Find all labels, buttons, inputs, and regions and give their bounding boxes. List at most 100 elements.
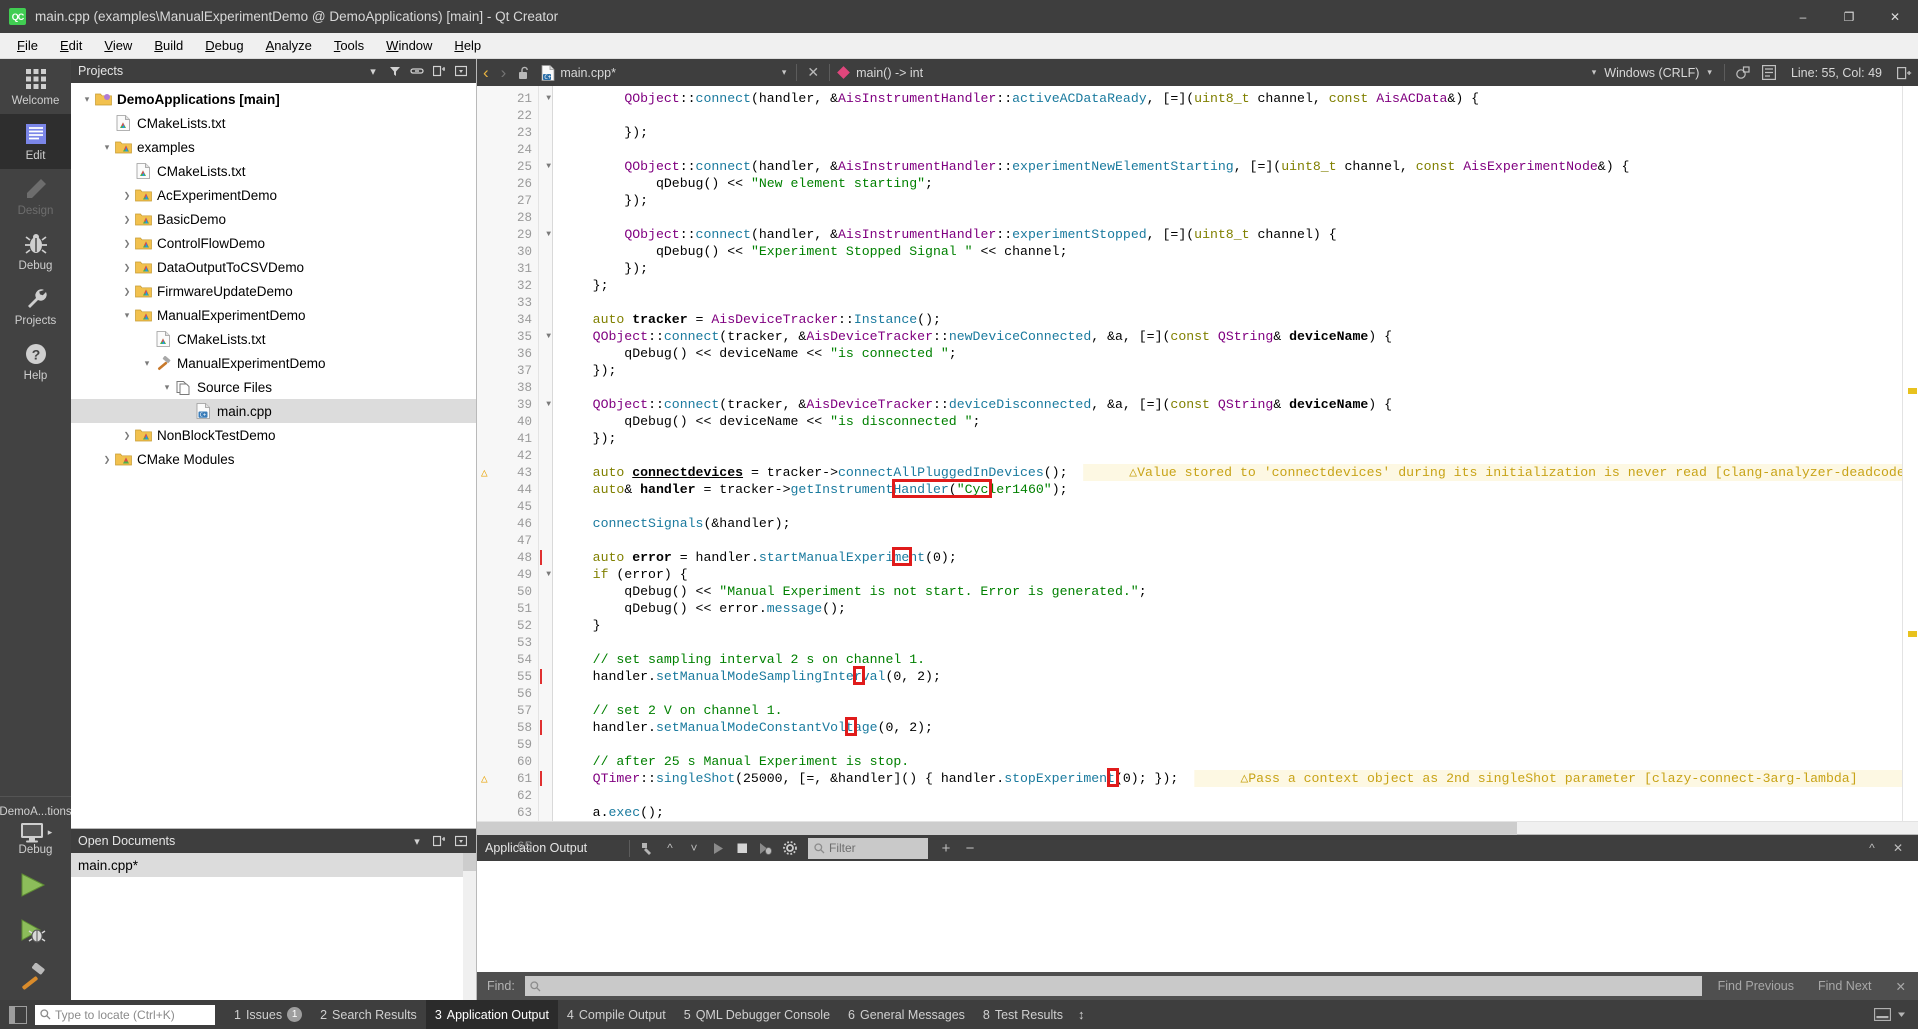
output-tab-issues[interactable]: 1 Issues 1 xyxy=(225,1000,311,1029)
chevron-right-icon[interactable]: ❯ xyxy=(120,191,134,200)
code-line[interactable]: qDebug() << deviceName << "is disconnect… xyxy=(553,413,1902,430)
fold-marker-icon[interactable]: ▼ xyxy=(546,570,551,579)
chevron-down-icon[interactable]: ▾ xyxy=(100,142,114,153)
opendocs-split-icon[interactable] xyxy=(429,831,449,851)
code-line[interactable] xyxy=(553,294,1902,311)
code-line[interactable]: QObject::connect(handler, &AisInstrument… xyxy=(553,226,1902,243)
open-document-item[interactable]: main.cpp* xyxy=(71,853,476,877)
close-document-icon[interactable]: ✕ xyxy=(801,59,825,86)
close-output-icon[interactable]: ✕ xyxy=(1886,835,1910,861)
find-input[interactable] xyxy=(524,976,1702,996)
menu-tools[interactable]: Tools xyxy=(323,35,375,56)
tree-item-nonblocktestdemo[interactable]: ❯ NonBlockTestDemo xyxy=(71,423,476,447)
navigate-forward-icon[interactable]: › xyxy=(495,59,513,86)
mode-edit[interactable]: Edit xyxy=(0,114,71,169)
open-documents-scrollbar[interactable] xyxy=(463,853,476,1000)
code-line[interactable] xyxy=(553,787,1902,804)
code-line[interactable]: auto& handler = tracker->getInstrumentHa… xyxy=(553,481,1902,498)
symbol-selector[interactable]: main() -> int xyxy=(834,66,1592,80)
chevron-right-icon[interactable]: ❯ xyxy=(120,215,134,224)
fold-marker-icon[interactable]: ▼ xyxy=(546,162,551,171)
scrollbar-thumb[interactable] xyxy=(477,822,1517,835)
output-tab-test-results[interactable]: 8 Test Results xyxy=(974,1000,1072,1029)
encoding-chevron-icon[interactable]: ▾ xyxy=(1592,67,1597,78)
kit-selector[interactable]: DemoA...tions ▸ Debug xyxy=(0,796,72,862)
document-outline-icon[interactable] xyxy=(1756,59,1782,86)
menu-file[interactable]: File xyxy=(6,35,49,56)
code-line[interactable]: qDebug() << "Experiment Stopped Signal "… xyxy=(553,243,1902,260)
output-tab-compile-output[interactable]: 4 Compile Output xyxy=(558,1000,675,1029)
tree-item-manualexperimentdemo[interactable]: ▾ ManualExperimentDemo xyxy=(71,303,476,327)
scrollbar-thumb[interactable] xyxy=(463,853,476,871)
maximize-output-icon[interactable]: ^ xyxy=(1860,835,1884,861)
tree-item-manualexperimentdemo[interactable]: ▾ ManualExperimentDemo xyxy=(71,351,476,375)
menu-view[interactable]: View xyxy=(93,35,143,56)
editor-marker-strip[interactable] xyxy=(1902,86,1918,821)
fold-marker-icon[interactable]: ▼ xyxy=(546,230,551,239)
encoding-selector[interactable]: ▾ Windows (CRLF) ▾ xyxy=(1592,66,1720,80)
menu-debug[interactable]: Debug xyxy=(194,35,254,56)
code-line[interactable]: // set 2 V on channel 1. xyxy=(553,702,1902,719)
debug-button[interactable] xyxy=(0,908,71,954)
code-line[interactable] xyxy=(553,736,1902,753)
toggle-sidebar-icon[interactable] xyxy=(9,1005,27,1024)
unsplit-icon[interactable] xyxy=(1729,59,1756,86)
tree-item-main-cpp[interactable]: C+ main.cpp xyxy=(71,399,476,423)
opendocs-close-panel-icon[interactable] xyxy=(451,831,471,851)
menu-window[interactable]: Window xyxy=(375,35,443,56)
editor-horizontal-scrollbar[interactable] xyxy=(477,821,1918,835)
code-line[interactable]: auto error = handler.startManualExperime… xyxy=(553,549,1902,566)
navigate-back-icon[interactable]: ‹ xyxy=(477,59,495,86)
code-line[interactable]: qDebug() << deviceName << "is connected … xyxy=(553,345,1902,362)
code-line[interactable]: a.exec(); xyxy=(553,804,1902,821)
open-documents-list[interactable]: main.cpp* xyxy=(71,853,476,1000)
split-editor-icon[interactable] xyxy=(1891,59,1918,86)
code-line[interactable]: auto tracker = AisDeviceTracker::Instanc… xyxy=(553,311,1902,328)
tree-item-source-files[interactable]: ▾ Source Files xyxy=(71,375,476,399)
chevron-right-icon[interactable]: ❯ xyxy=(120,263,134,272)
encoding-dropdown-icon[interactable]: ▾ xyxy=(1707,67,1712,78)
code-line[interactable] xyxy=(553,107,1902,124)
inline-warning-text[interactable]: △Value stored to 'connectdevices' during… xyxy=(1129,464,1902,481)
code-text-area[interactable]: QObject::connect(handler, &AisInstrument… xyxy=(553,86,1902,821)
menu-help[interactable]: Help xyxy=(443,35,492,56)
code-line[interactable]: handler.setManualModeSamplingInterval(0,… xyxy=(553,668,1902,685)
tree-item-dataoutputtocsvdemo[interactable]: ❯ DataOutputToCSVDemo xyxy=(71,255,476,279)
document-dropdown-icon[interactable]: ▾ xyxy=(782,67,793,78)
code-line[interactable] xyxy=(553,634,1902,651)
code-line[interactable]: }); xyxy=(553,362,1902,379)
output-pane-content[interactable] xyxy=(477,861,1918,972)
fold-marker-icon[interactable]: ▼ xyxy=(546,400,551,409)
remove-output-tab-icon[interactable]: − xyxy=(958,835,982,861)
code-line[interactable]: QObject::connect(handler, &AisInstrument… xyxy=(553,158,1902,175)
mode-welcome[interactable]: Welcome xyxy=(0,59,71,114)
close-button[interactable]: ✕ xyxy=(1872,0,1918,33)
code-line[interactable] xyxy=(553,685,1902,702)
chevron-down-icon[interactable]: ▾ xyxy=(120,310,134,321)
run-button[interactable] xyxy=(0,862,71,908)
code-line[interactable]: QObject::connect(tracker, &AisDeviceTrac… xyxy=(553,328,1902,345)
code-line[interactable]: qDebug() << "New element starting"; xyxy=(553,175,1902,192)
chevron-down-icon[interactable]: ▾ xyxy=(160,382,174,393)
build-button[interactable] xyxy=(0,954,71,1000)
settings-icon[interactable] xyxy=(778,835,802,861)
clear-icon[interactable] xyxy=(634,835,658,861)
code-line[interactable]: } xyxy=(553,617,1902,634)
code-line[interactable] xyxy=(553,209,1902,226)
output-tab-application-output[interactable]: 3 Application Output xyxy=(425,1000,558,1029)
next-item-icon[interactable]: ˅ xyxy=(682,835,706,861)
code-line[interactable] xyxy=(553,379,1902,396)
chevron-right-icon[interactable]: ❯ xyxy=(120,287,134,296)
find-previous-button[interactable]: Find Previous xyxy=(1706,979,1806,993)
output-tab-general-messages[interactable]: 6 General Messages xyxy=(839,1000,974,1029)
maximize-button[interactable]: ❐ xyxy=(1826,0,1872,33)
progress-expand-icon[interactable] xyxy=(1895,1008,1908,1021)
code-line[interactable]: }); xyxy=(553,124,1902,141)
output-filter-input[interactable]: Filter xyxy=(808,837,928,859)
locator-input[interactable]: Type to locate (Ctrl+K) xyxy=(35,1004,215,1025)
chevron-right-icon[interactable]: ❯ xyxy=(100,455,114,464)
mode-help[interactable]: ? Help xyxy=(0,334,71,389)
tree-item-controlflowdemo[interactable]: ❯ ControlFlowDemo xyxy=(71,231,476,255)
kit-chevron-icon[interactable]: ▸ xyxy=(48,827,53,838)
mode-projects[interactable]: Projects xyxy=(0,279,71,334)
